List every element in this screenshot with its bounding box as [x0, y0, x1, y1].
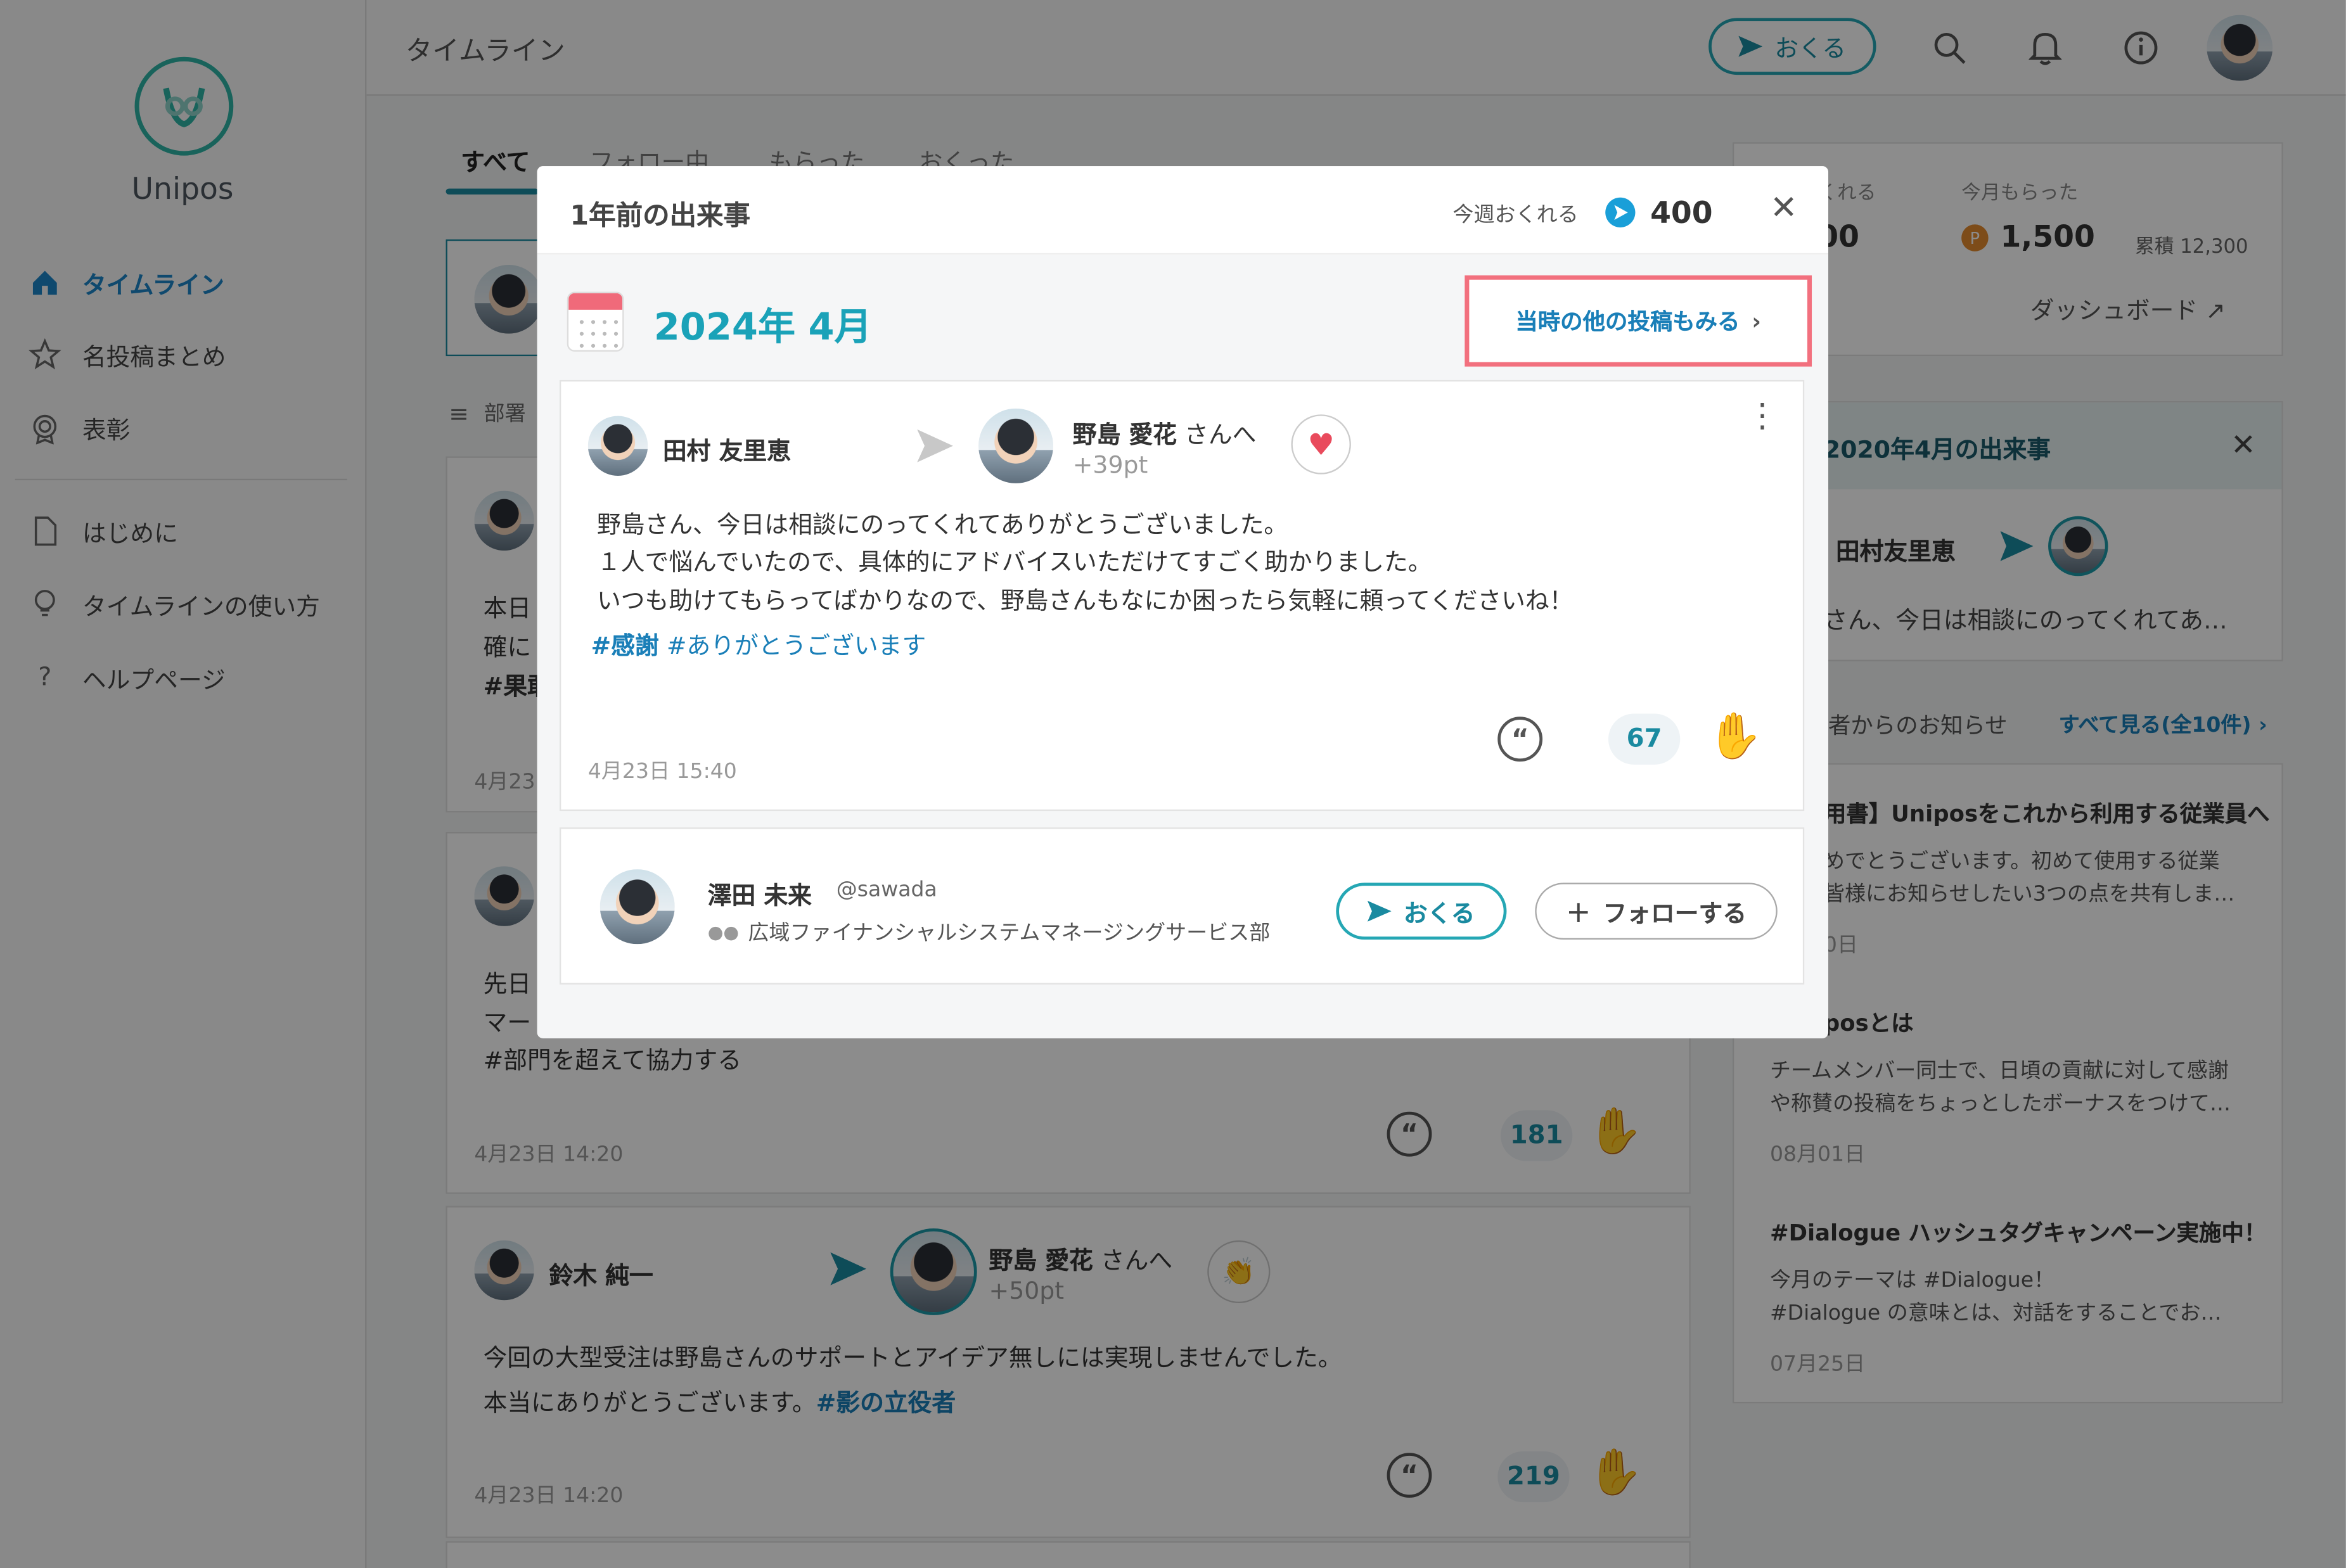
points: +39pt: [1072, 450, 1148, 479]
follow-button[interactable]: + フォローする: [1535, 883, 1778, 940]
heart-sticker-icon: ♥: [1291, 414, 1351, 475]
see-other-posts-label: 当時の他の投稿もみる: [1515, 308, 1740, 336]
user-card: 澤田 未来 @sawada ●● 広域ファイナンシャルシステムマネージングサービス…: [559, 827, 1805, 985]
post-date: 4月23日 15:40: [587, 760, 737, 784]
memory-post-card: 田村 友里恵 野島 愛花 さんへ +39pt ♥ ⋮ 野島さん、今日は相談にのっ…: [559, 379, 1805, 812]
group-icon: ●●: [707, 921, 740, 943]
clap-count: 67: [1608, 713, 1681, 765]
recipient-suffix: さんへ: [1184, 420, 1257, 449]
user-handle: @sawada: [836, 878, 937, 903]
post-text-line-3: いつも助けてもらってばかりなので、野島さんもなにか困ったら気軽に頼ってくださいね…: [596, 586, 1574, 615]
hashtag-thanks[interactable]: #感謝: [591, 632, 659, 660]
hashtag-thank-you[interactable]: #ありがとうございます: [667, 632, 926, 660]
send-button-label: おくる: [1403, 899, 1475, 928]
plus-icon: +: [1565, 893, 1591, 929]
user-name[interactable]: 澤田 未来: [708, 876, 812, 912]
user-card-avatar: [599, 869, 675, 945]
post-hashtags: #感謝 #ありがとうございます: [591, 627, 926, 665]
recipient-line: 野島 愛花 さんへ: [1073, 414, 1257, 450]
clap-icon[interactable]: ✋: [1707, 711, 1763, 763]
sender-avatar: [587, 416, 648, 476]
modal-title: 1年前の出来事: [570, 200, 751, 233]
quote-icon[interactable]: “: [1497, 717, 1543, 762]
user-department: ●● 広域ファイナンシャルシステムマネージングサービス部: [708, 917, 1271, 947]
follow-button-label: フォローする: [1603, 899, 1747, 928]
more-options-icon[interactable]: ⋮: [1746, 400, 1779, 433]
department-name: 広域ファイナンシャルシステムマネージングサービス部: [748, 921, 1271, 946]
chevron-right-icon: ›: [1752, 307, 1762, 335]
sender-name[interactable]: 田村 友里恵: [663, 431, 791, 467]
date-heading: 2024年 4月: [653, 305, 872, 349]
weekly-send-label: 今週おくれる: [1452, 203, 1579, 227]
app-root: Unipos タイムライン 名投稿まとめ 表彰 はじめに タイムラインの使い方 …: [0, 0, 2346, 1568]
send-arrow-icon: [917, 429, 953, 468]
send-to-user-button[interactable]: おくる: [1336, 883, 1507, 940]
calendar-icon: ∙∙∙∙ ∙∙∙∙ ∙∙∙∙: [567, 291, 624, 352]
weekly-send-value: 400: [1650, 194, 1713, 231]
recipient-avatar: [978, 408, 1054, 483]
send-coin-icon: [1605, 197, 1636, 227]
close-icon[interactable]: ✕: [1770, 190, 1798, 227]
post-text-line-2: １人で悩んでいたので、具体的にアドバイスいただけてすごく助かりました。: [596, 547, 1432, 577]
see-other-posts-link[interactable]: 当時の他の投稿もみる ›: [1465, 275, 1812, 367]
recipient-name[interactable]: 野島 愛花: [1073, 421, 1177, 449]
modal-header: 1年前の出来事 今週おくれる 400 ✕: [537, 166, 1829, 255]
post-text-line-1: 野島さん、今日は相談にのってくれてありがとうございました。: [596, 510, 1288, 539]
send-icon: [1368, 900, 1392, 922]
